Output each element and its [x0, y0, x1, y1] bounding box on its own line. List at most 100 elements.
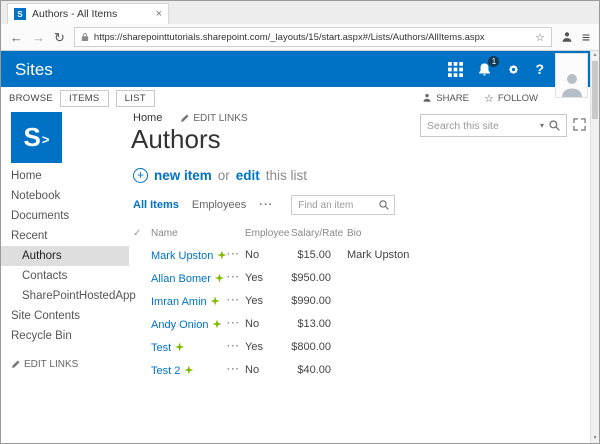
- browser-address-bar: ← → ↻ https://sharepointtutorials.sharep…: [1, 24, 599, 51]
- table-row[interactable]: Allan Bomer ··· Yes $950.00: [133, 266, 584, 289]
- views-more-icon[interactable]: ···: [259, 199, 273, 211]
- topnav-edit-links-button[interactable]: EDIT LINKS: [180, 113, 247, 124]
- sidebar-item-site-contents[interactable]: Site Contents: [1, 306, 129, 326]
- share-button[interactable]: SHARE: [422, 93, 469, 104]
- salary-cell: $990.00: [291, 295, 347, 307]
- table-row[interactable]: Andy Onion ··· No $13.00: [133, 312, 584, 335]
- find-search-icon[interactable]: [378, 199, 390, 211]
- refresh-icon[interactable]: ↻: [54, 31, 65, 44]
- plus-circle-icon[interactable]: +: [133, 168, 148, 183]
- item-menu-ellipsis-icon[interactable]: ···: [227, 364, 245, 375]
- tab-title: Authors - All Items: [32, 8, 150, 20]
- browser-tab[interactable]: S Authors - All Items ×: [7, 3, 169, 24]
- tab-list[interactable]: LIST: [116, 90, 155, 107]
- this-list-text: this list: [266, 168, 307, 183]
- help-icon[interactable]: ?: [535, 61, 544, 77]
- top-navigation: Home EDIT LINKS: [133, 112, 248, 124]
- salary-cell: $40.00: [291, 364, 347, 376]
- sharepoint-favicon: S: [14, 8, 26, 20]
- table-header-row: ✓ Name Employee Salary/Rate Bio: [133, 224, 584, 243]
- sidebar-item-notebook[interactable]: Notebook: [1, 186, 129, 206]
- column-header-employee[interactable]: Employee: [245, 228, 291, 239]
- salary-cell: $13.00: [291, 318, 347, 330]
- favorite-star-icon[interactable]: ☆: [535, 31, 545, 44]
- table-row[interactable]: Imran Amin ··· Yes $990.00: [133, 289, 584, 312]
- user-avatar[interactable]: [555, 53, 588, 98]
- item-menu-ellipsis-icon[interactable]: ···: [227, 272, 245, 283]
- scrollbar-thumb[interactable]: [592, 61, 598, 119]
- sidebar-item-sharepointhostedapp[interactable]: SharePointHostedApp: [1, 286, 129, 306]
- sidebar-edit-links-button[interactable]: EDIT LINKS: [1, 359, 129, 370]
- column-header-salary[interactable]: Salary/Rate: [291, 228, 347, 239]
- sidebar-item-documents[interactable]: Documents: [1, 206, 129, 226]
- focus-on-content-icon[interactable]: [573, 118, 586, 131]
- settings-gear-icon[interactable]: [506, 62, 521, 77]
- site-search-input[interactable]: [427, 120, 536, 132]
- item-name-link[interactable]: Mark Upston: [151, 250, 213, 262]
- item-menu-ellipsis-icon[interactable]: ···: [227, 341, 245, 352]
- employee-cell: Yes: [245, 295, 291, 307]
- item-menu-ellipsis-icon[interactable]: ···: [227, 249, 245, 260]
- site-search-box: ▾: [420, 114, 567, 137]
- pencil-icon: [11, 360, 20, 369]
- table-row[interactable]: Test ··· Yes $800.00: [133, 335, 584, 358]
- follow-button[interactable]: ☆ FOLLOW: [484, 92, 538, 105]
- search-scope-caret-icon[interactable]: ▾: [540, 121, 544, 130]
- new-item-link[interactable]: new item: [154, 168, 212, 183]
- salary-cell: $950.00: [291, 272, 347, 284]
- bio-cell: Mark Upston: [347, 249, 447, 261]
- item-menu-ellipsis-icon[interactable]: ···: [227, 318, 245, 329]
- select-all-check-icon[interactable]: ✓: [133, 228, 151, 239]
- sidebar-item-recent[interactable]: Recent: [1, 226, 129, 246]
- profile-icon[interactable]: [561, 31, 573, 43]
- ribbon-bar: BROWSE ITEMS LIST SHARE ☆ FOLLOW: [1, 87, 590, 109]
- browser-window: S Authors - All Items × ← → ↻ https://sh…: [0, 0, 600, 444]
- forward-icon[interactable]: →: [32, 31, 45, 44]
- item-name-link[interactable]: Andy Onion: [151, 319, 208, 331]
- items-table: ✓ Name Employee Salary/Rate Bio Mark Ups…: [133, 224, 584, 381]
- find-item-input[interactable]: [298, 200, 378, 211]
- logo-bracket: >: [42, 132, 50, 147]
- column-header-bio[interactable]: Bio: [347, 228, 447, 239]
- item-name-link[interactable]: Test: [151, 342, 171, 354]
- view-employees[interactable]: Employees: [192, 199, 246, 211]
- sharepoint-logo[interactable]: S >: [11, 112, 62, 163]
- sidebar-item-authors[interactable]: Authors: [1, 246, 129, 266]
- sidebar-item-contacts[interactable]: Contacts: [1, 266, 129, 286]
- notifications-bell-icon[interactable]: 1: [477, 62, 492, 77]
- new-item-badge-icon: [175, 343, 184, 352]
- table-row[interactable]: Mark Upston ··· No $15.00 Mark Upston: [133, 243, 584, 266]
- url-field[interactable]: https://sharepointtutorials.sharepoint.c…: [74, 27, 552, 47]
- item-name-link[interactable]: Imran Amin: [151, 296, 207, 308]
- search-icon[interactable]: [548, 119, 561, 132]
- scrollbar-up-icon[interactable]: ▲: [591, 51, 599, 60]
- sites-brand[interactable]: Sites: [15, 60, 53, 80]
- table-row[interactable]: Test 2 ··· No $40.00: [133, 358, 584, 381]
- browser-tab-strip: S Authors - All Items ×: [1, 1, 599, 24]
- view-all-items[interactable]: All Items: [133, 199, 179, 211]
- item-menu-ellipsis-icon[interactable]: ···: [227, 295, 245, 306]
- scrollbar-down-icon[interactable]: ▼: [591, 434, 599, 443]
- edit-list-link[interactable]: edit: [236, 168, 260, 183]
- employee-cell: No: [245, 318, 291, 330]
- back-icon[interactable]: ←: [10, 31, 23, 44]
- browser-scrollbar[interactable]: ▲ ▼: [590, 51, 599, 443]
- sidebar-item-home[interactable]: Home: [1, 166, 129, 186]
- item-name-link[interactable]: Allan Bomer: [151, 273, 211, 285]
- follow-label: FOLLOW: [498, 93, 538, 104]
- sidebar-item-recycle-bin[interactable]: Recycle Bin: [1, 326, 129, 346]
- tab-items[interactable]: ITEMS: [60, 90, 109, 107]
- sidebar-edit-links-label: EDIT LINKS: [24, 359, 78, 370]
- employee-cell: No: [245, 364, 291, 376]
- follow-star-icon: ☆: [484, 92, 494, 105]
- item-name-link[interactable]: Test 2: [151, 365, 180, 377]
- new-item-badge-icon: [184, 366, 193, 375]
- new-item-row: + new item or edit this list: [133, 163, 584, 187]
- column-header-name[interactable]: Name: [151, 228, 227, 239]
- topnav-home-link[interactable]: Home: [133, 112, 162, 124]
- tab-close-icon[interactable]: ×: [156, 9, 162, 20]
- views-row: All Items Employees ···: [133, 194, 584, 216]
- app-launcher-icon[interactable]: [448, 62, 463, 77]
- browser-menu-icon[interactable]: ≡: [582, 29, 590, 45]
- tab-browse[interactable]: BROWSE: [9, 93, 53, 104]
